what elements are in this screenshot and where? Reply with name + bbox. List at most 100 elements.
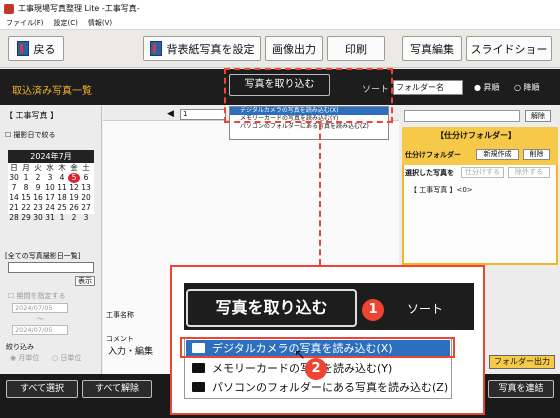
calendar-week: 30 1 2 3 4 5 6 [8, 173, 94, 183]
zoom-card-label: メモリーカードの写真を読み込む(Y) [212, 362, 393, 375]
calendar-day[interactable]: 5 [68, 173, 80, 183]
sort-in-button[interactable]: 仕分けする [461, 167, 504, 178]
specify-period-checkbox[interactable]: ☐ 期間を指定する [8, 291, 66, 301]
calendar-day[interactable]: 6 [80, 173, 92, 183]
menu-file[interactable]: ファイル(F) [6, 18, 44, 28]
calendar-weekday: 金 [70, 163, 78, 172]
calendar-day[interactable]: 12 [68, 183, 80, 193]
tree-item[interactable]: 【 工事写真 】<0> [410, 185, 473, 195]
zoom-folder-item[interactable]: パソコンのフォルダーにある写真を読み込む(Z) [186, 379, 450, 396]
calendar-day[interactable]: 11 [56, 183, 68, 193]
calendar-day[interactable]: 16 [32, 193, 44, 203]
cursor-icon: ↖ [294, 347, 306, 363]
set-background-label: 背表紙写真を設定 [166, 42, 255, 56]
calendar-days[interactable]: 30 1 2 3 4 5 6 7 8 9 10 11 12 13 14 15 16 17 18 19 20 21 22 23 2… [8, 173, 94, 223]
date-select[interactable] [8, 262, 94, 273]
tilde: 〜 [37, 315, 44, 323]
zoom-sort-label: ソート [407, 302, 444, 316]
sort-desc-radio[interactable]: ○ 降順 [514, 82, 540, 93]
app-icon [4, 3, 14, 14]
search-input[interactable] [404, 110, 520, 122]
calendar-day[interactable]: 27 [80, 203, 92, 213]
calendar-day[interactable]: 22 [20, 203, 32, 213]
input-edit-button[interactable]: 入力・編集 [108, 344, 153, 357]
comment-label: コメント [106, 335, 134, 343]
folder-icon [192, 382, 205, 392]
calendar-day[interactable]: 21 [8, 203, 20, 213]
calendar-day[interactable]: 3 [44, 173, 56, 183]
sort-select[interactable]: フォルダー名 [393, 80, 463, 95]
new-folder-button[interactable]: 新規作成 [476, 149, 519, 160]
unit-month-label: 月単位 [18, 354, 40, 362]
calendar-day[interactable]: 1 [20, 173, 32, 183]
date-to-input[interactable]: 2024/07/05 [12, 325, 68, 335]
calendar-day[interactable]: 30 [8, 173, 20, 183]
calendar-day[interactable]: 23 [32, 203, 44, 213]
calendar-day[interactable]: 25 [56, 203, 68, 213]
calendar-day[interactable]: 29 [20, 213, 32, 223]
calendar-weekday: 火 [34, 163, 42, 172]
calendar-day[interactable]: 24 [44, 203, 56, 213]
calendar-day[interactable]: 17 [44, 193, 56, 203]
calendar-day[interactable]: 26 [68, 203, 80, 213]
unit-month-radio[interactable]: ◉ 月単位 [10, 353, 39, 363]
calendar-day[interactable]: 2 [68, 213, 80, 223]
calendar-day[interactable]: 18 [56, 193, 68, 203]
calendar-day[interactable]: 4 [56, 173, 68, 183]
calendar-day[interactable]: 15 [20, 193, 32, 203]
page-select[interactable]: 1 [180, 109, 226, 120]
all-dates-label: [全ての写真撮影日一覧] [5, 252, 81, 260]
unit-day-radio[interactable]: ○ 日単位 [52, 353, 81, 363]
sort-asc-radio[interactable]: ● 昇順 [474, 82, 500, 93]
back-button[interactable]: 戻る [8, 36, 64, 61]
calendar-day[interactable]: 1 [56, 213, 68, 223]
print-button[interactable]: 印刷 [327, 36, 385, 61]
calendar-day[interactable]: 3 [80, 213, 92, 223]
zoom-import-button[interactable]: 写真を取り込む [186, 289, 357, 327]
delete-folder-button[interactable]: 削除 [523, 149, 550, 160]
image-output-button[interactable]: 画像出力 [265, 36, 323, 61]
folder-output-button[interactable]: フォルダー出力 [489, 355, 555, 369]
prev-page-icon[interactable]: ◀ [167, 109, 174, 119]
calendar-weekday: 土 [82, 163, 90, 172]
folder-label: 【 工事写真 】 [5, 111, 59, 120]
calendar[interactable]: 2024年7月 日月火水木金土 30 1 2 3 4 5 6 7 8 9 10 11 12 13 14 15 1… [8, 150, 94, 222]
title-bar: 工事現場写真整理 Lite -工事写真- [0, 0, 560, 17]
zoom-folder-label: パソコンのフォルダーにある写真を読み込む(Z) [212, 381, 449, 394]
calendar-weekday: 水 [46, 163, 54, 172]
calendar-day[interactable]: 14 [8, 193, 20, 203]
date-from-input[interactable]: 2024/07/05 [12, 303, 68, 313]
connect-photos-button[interactable]: 写真を連結 [488, 380, 554, 398]
slideshow-button[interactable]: スライドショー [466, 36, 552, 61]
select-all-button[interactable]: すべて選択 [6, 380, 78, 398]
show-button[interactable]: 表示 [75, 276, 95, 286]
clear-button[interactable]: 解除 [525, 110, 551, 122]
calendar-weekday: 日 [10, 163, 18, 172]
calendar-day[interactable]: 7 [8, 183, 20, 193]
calendar-day[interactable]: 13 [80, 183, 92, 193]
asc-label: 昇順 [483, 83, 500, 92]
photo-edit-button[interactable]: 写真編集 [402, 36, 462, 61]
import-folder-item[interactable]: パソコンのフォルダーにある写真を読み込む(Z) [230, 123, 388, 131]
step-badge-2: 2 [305, 358, 327, 380]
deselect-all-button[interactable]: すべて解除 [82, 380, 152, 398]
sort-folder-label: 仕分けフォルダー [405, 151, 461, 159]
calendar-day[interactable]: 8 [20, 183, 32, 193]
calendar-week: 21 22 23 24 25 26 27 [8, 203, 94, 213]
calendar-day[interactable]: 31 [44, 213, 56, 223]
calendar-day[interactable]: 10 [44, 183, 56, 193]
calendar-day[interactable]: 30 [32, 213, 44, 223]
calendar-day[interactable]: 9 [32, 183, 44, 193]
calendar-day[interactable]: 2 [32, 173, 44, 183]
set-background-button[interactable]: 背表紙写真を設定 [143, 36, 261, 61]
calendar-week: 7 8 9 10 11 12 13 [8, 183, 94, 193]
exclude-button[interactable]: 除外する [508, 167, 550, 178]
selected-photo-label: 選択した写真を [405, 169, 454, 177]
filter-date-checkbox[interactable]: ☐ 撮影日で絞る [5, 130, 56, 140]
highlight-dashed-box [224, 68, 393, 123]
calendar-day[interactable]: 19 [68, 193, 80, 203]
calendar-day[interactable]: 28 [8, 213, 20, 223]
menu-settings[interactable]: 設定(C) [54, 18, 78, 28]
menu-info[interactable]: 情報(V) [88, 18, 112, 28]
calendar-day[interactable]: 20 [80, 193, 92, 203]
